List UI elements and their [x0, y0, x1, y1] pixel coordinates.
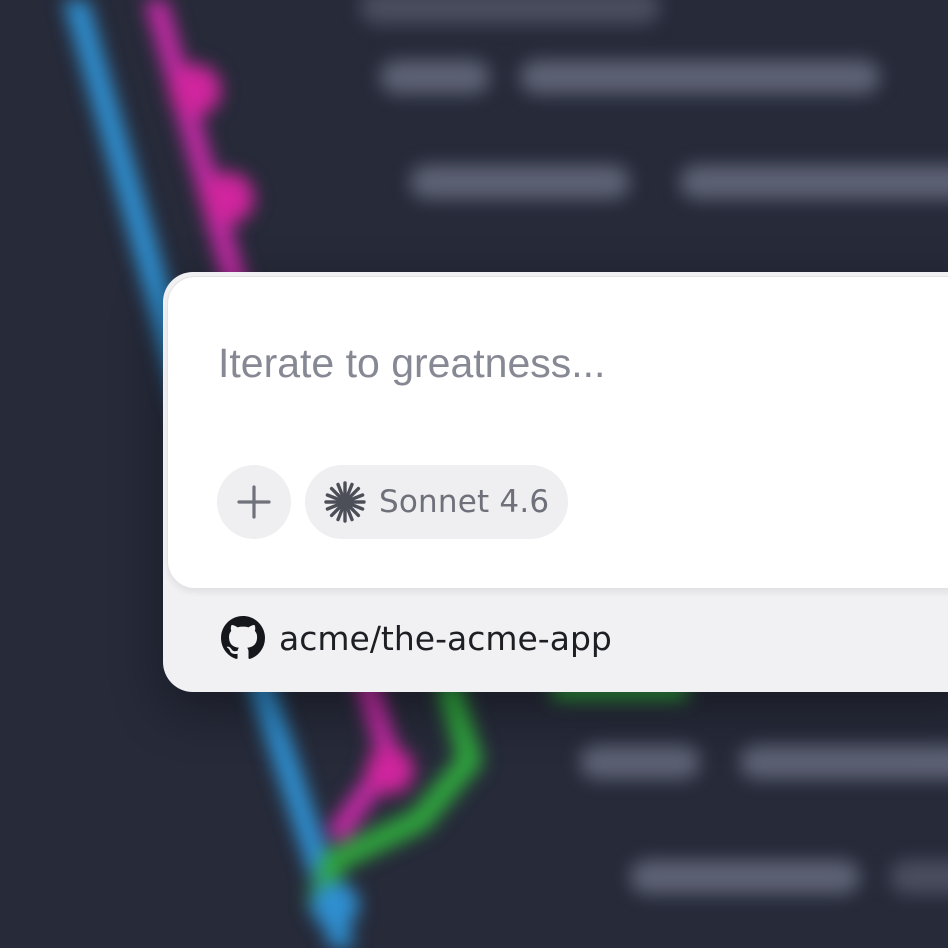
plus-icon	[237, 485, 271, 519]
add-attachment-button[interactable]	[217, 465, 291, 539]
repository-selector[interactable]: acme/the-acme-app	[221, 616, 612, 660]
sparkle-icon	[324, 481, 366, 523]
prompt-input[interactable]	[218, 333, 918, 393]
composer-input-area: Sonnet 4.6	[167, 276, 948, 589]
github-icon	[221, 616, 265, 659]
model-selector-button[interactable]: Sonnet 4.6	[305, 465, 568, 539]
model-selector-label: Sonnet 4.6	[379, 484, 550, 520]
app-screen: Sonnet 4.6 acme/the-acme-app	[0, 0, 948, 948]
repository-name: acme/the-acme-app	[279, 618, 612, 658]
prompt-composer: Sonnet 4.6 acme/the-acme-app	[163, 272, 948, 692]
